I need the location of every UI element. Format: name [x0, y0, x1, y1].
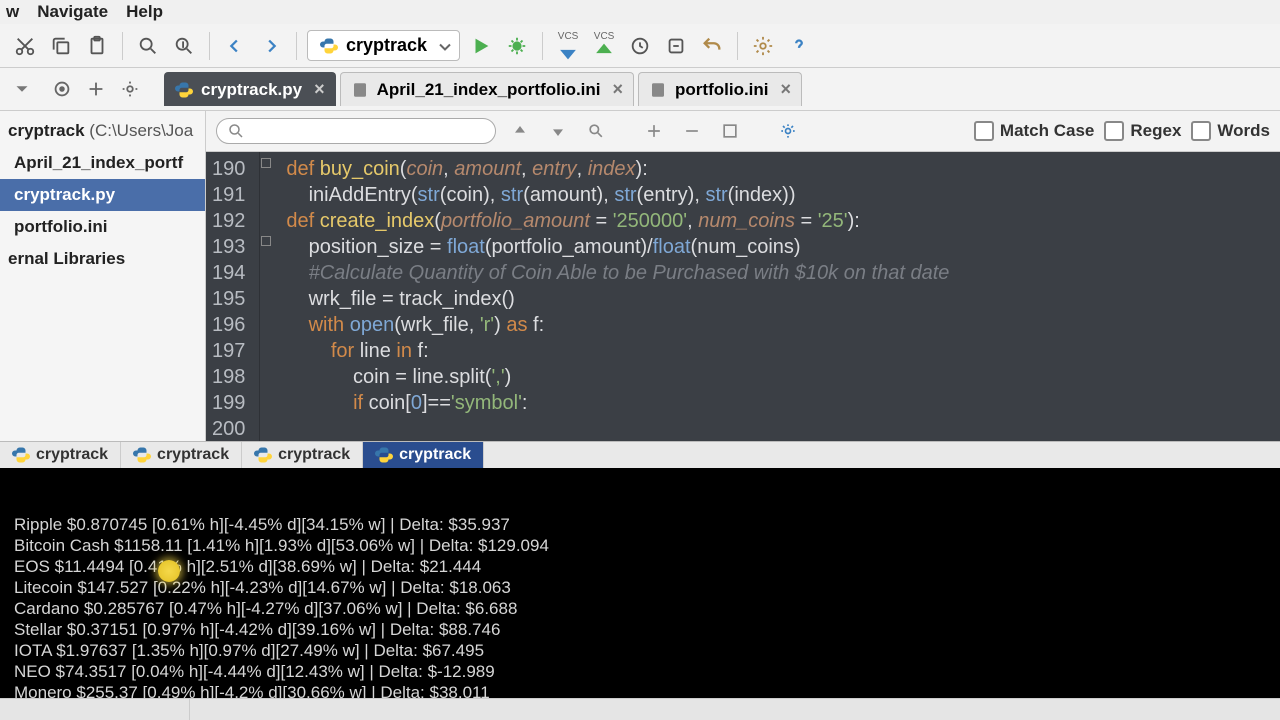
menu-window[interactable]: w: [6, 2, 19, 22]
run-config-selector[interactable]: cryptrack: [307, 30, 460, 61]
close-icon[interactable]: ×: [613, 79, 624, 100]
find-icon[interactable]: [133, 31, 163, 61]
python-icon: [133, 446, 151, 464]
target-icon[interactable]: [48, 75, 76, 103]
external-libraries[interactable]: ernal Libraries: [0, 243, 205, 275]
words-checkbox[interactable]: Words: [1191, 121, 1270, 141]
console-line: NEO $74.3517 [0.04% h][-4.44% d][12.43% …: [14, 661, 1266, 682]
vcs-commit-icon[interactable]: VCS: [589, 31, 619, 61]
next-match-icon[interactable]: [544, 117, 572, 145]
run-tab[interactable]: cryptrack: [242, 442, 363, 468]
secondary-toolbar: cryptrack.py×April_21_index_portfolio.in…: [0, 68, 1280, 111]
python-icon: [375, 446, 393, 464]
filter-settings-icon[interactable]: [774, 117, 802, 145]
code-editor[interactable]: 190191192193194195196197198199200 def bu…: [206, 152, 1280, 441]
menu-navigate[interactable]: Navigate: [37, 2, 108, 22]
search-input[interactable]: [245, 122, 485, 140]
python-icon: [175, 81, 193, 99]
editor-tab[interactable]: April_21_index_portfolio.ini ×: [340, 72, 634, 106]
console-line: Ripple $0.870745 [0.61% h][-4.45% d][34.…: [14, 514, 1266, 535]
editor-tab[interactable]: portfolio.ini ×: [638, 72, 802, 106]
gear-icon[interactable]: [116, 75, 144, 103]
console-line: Monero $255.37 [0.49% h][-4.2% d][30.66%…: [14, 682, 1266, 698]
remove-selection-icon[interactable]: [678, 117, 706, 145]
python-icon: [254, 446, 272, 464]
run-tab[interactable]: cryptrack: [363, 442, 484, 468]
run-tab[interactable]: cryptrack: [0, 442, 121, 468]
match-case-checkbox[interactable]: Match Case: [974, 121, 1094, 141]
status-bar: [0, 698, 1280, 720]
regex-checkbox[interactable]: Regex: [1104, 121, 1181, 141]
editor-column: Match Case Regex Words 19019119219319419…: [206, 111, 1280, 441]
console-line: Litecoin $147.527 [0.22% h][-4.23% d][14…: [14, 577, 1266, 598]
project-root[interactable]: cryptrack (C:\Users\Joa: [0, 115, 205, 147]
copy-icon[interactable]: [46, 31, 76, 61]
python-icon: [320, 37, 338, 55]
help-icon[interactable]: [784, 31, 814, 61]
run-tab-label: cryptrack: [36, 446, 108, 464]
console-line: EOS $11.4494 [0.41% h][2.51% d][38.69% w…: [14, 556, 1266, 577]
tab-label: cryptrack.py: [201, 80, 302, 100]
back-icon[interactable]: [220, 31, 250, 61]
code-content[interactable]: def buy_coin(coin, amount, entry, index)…: [274, 152, 961, 441]
vcs-update-icon[interactable]: VCS: [553, 31, 583, 61]
settings-icon[interactable]: [748, 31, 778, 61]
project-file[interactable]: April_21_index_portf: [0, 147, 205, 179]
find-all-icon[interactable]: [582, 117, 610, 145]
run-tab-label: cryptrack: [278, 446, 350, 464]
chevron-down-icon: [439, 35, 451, 56]
find-toolbar: Match Case Regex Words: [206, 111, 1280, 152]
menu-help[interactable]: Help: [126, 2, 163, 22]
file-icon: [351, 81, 369, 99]
run-tool-tabs: cryptrack cryptrack cryptrack cryptrack: [0, 441, 1280, 468]
python-icon: [12, 446, 30, 464]
dropdown-icon[interactable]: [8, 75, 36, 103]
add-selection-icon[interactable]: [640, 117, 668, 145]
line-gutter: 190191192193194195196197198199200: [206, 152, 260, 441]
forward-icon[interactable]: [256, 31, 286, 61]
project-file[interactable]: portfolio.ini: [0, 211, 205, 243]
console-line: Bitcoin Cash $1158.11 [1.41% h][1.93% d]…: [14, 535, 1266, 556]
project-sidebar: cryptrack (C:\Users\Joa April_21_index_p…: [0, 111, 206, 441]
close-icon[interactable]: ×: [781, 79, 792, 100]
console-line: Stellar $0.37151 [0.97% h][-4.42% d][39.…: [14, 619, 1266, 640]
undo-icon[interactable]: [697, 31, 727, 61]
tab-label: portfolio.ini: [675, 80, 768, 100]
replace-icon[interactable]: [169, 31, 199, 61]
paste-icon[interactable]: [82, 31, 112, 61]
search-icon: [227, 122, 245, 140]
vcs-history-icon[interactable]: [625, 31, 655, 61]
select-all-icon[interactable]: [716, 117, 744, 145]
run-icon[interactable]: [466, 31, 496, 61]
close-icon[interactable]: ×: [314, 79, 325, 100]
run-tab-label: cryptrack: [399, 446, 471, 464]
tab-label: April_21_index_portfolio.ini: [377, 80, 601, 100]
main-toolbar: cryptrack VCS VCS: [0, 24, 1280, 68]
editor-tab[interactable]: cryptrack.py ×: [164, 72, 336, 106]
run-config-label: cryptrack: [346, 35, 427, 56]
console-line: Cardano $0.285767 [0.47% h][-4.27% d][37…: [14, 598, 1266, 619]
vcs-revert-icon[interactable]: [661, 31, 691, 61]
editor-tabs: cryptrack.py×April_21_index_portfolio.in…: [164, 72, 802, 106]
run-tab[interactable]: cryptrack: [121, 442, 242, 468]
search-input-wrapper: [216, 118, 496, 144]
run-console[interactable]: Ripple $0.870745 [0.61% h][-4.45% d][34.…: [0, 468, 1280, 698]
collapse-icon[interactable]: [82, 75, 110, 103]
menubar: w Navigate Help: [0, 0, 1280, 24]
fold-column: [260, 152, 274, 441]
run-tab-label: cryptrack: [157, 446, 229, 464]
project-file[interactable]: cryptrack.py: [0, 179, 205, 211]
file-icon: [649, 81, 667, 99]
console-line: IOTA $1.97637 [1.35% h][0.97% d][27.49% …: [14, 640, 1266, 661]
cut-icon[interactable]: [10, 31, 40, 61]
debug-icon[interactable]: [502, 31, 532, 61]
prev-match-icon[interactable]: [506, 117, 534, 145]
